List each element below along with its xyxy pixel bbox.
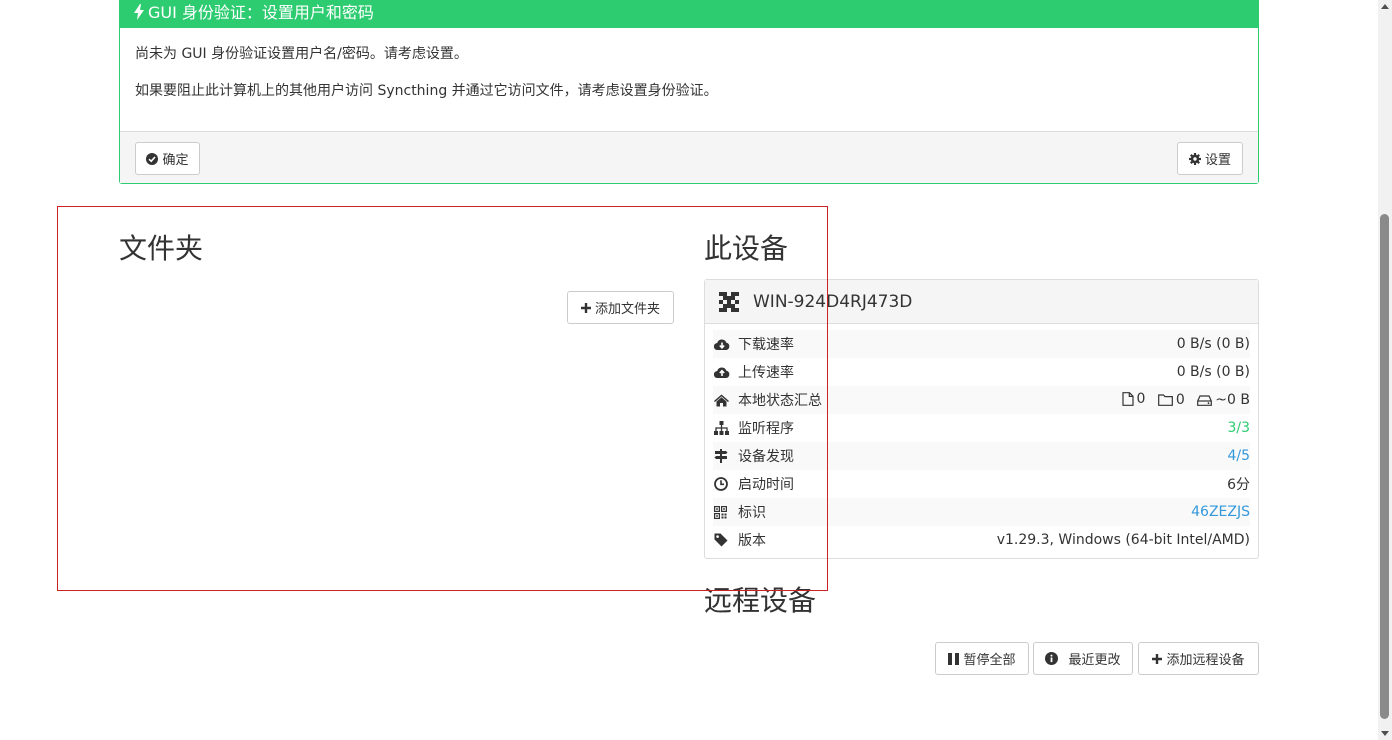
qrcode-icon bbox=[714, 505, 727, 519]
download-rate-value: 0 B/s (0 B) bbox=[1176, 336, 1250, 352]
listeners-label: 监听程序 bbox=[738, 421, 794, 437]
device-header[interactable]: WIN-924D4RJ473D bbox=[705, 280, 1258, 324]
download-rate-row: 下载速率 0 B/s (0 B) bbox=[713, 330, 1250, 358]
hdd-icon bbox=[1197, 394, 1213, 406]
scroll-thumb[interactable] bbox=[1380, 214, 1389, 719]
download-rate-label: 下载速率 bbox=[738, 337, 794, 353]
check-circle-icon bbox=[146, 152, 159, 165]
ok-button[interactable]: 确定 bbox=[135, 142, 200, 175]
local-files-count: 0 bbox=[1136, 390, 1146, 407]
auth-warning-panel: GUI 身份验证：设置用户和密码 尚未为 GUI 身份验证设置用户名/密码。请考… bbox=[119, 0, 1259, 184]
auth-warning-body: 尚未为 GUI 身份验证设置用户名/密码。请考虑设置。 如果要阻止此计算机上的其… bbox=[120, 28, 1258, 131]
local-size: ~0 B bbox=[1215, 392, 1250, 408]
local-state-label: 本地状态汇总 bbox=[738, 393, 822, 409]
signpost-icon bbox=[714, 449, 728, 463]
gear-icon bbox=[1188, 152, 1201, 165]
version-row: 版本 v1.29.3, Windows (64-bit Intel/AMD) bbox=[713, 526, 1250, 554]
uptime-row: 启动时间 6分 bbox=[713, 470, 1250, 498]
version-label: 版本 bbox=[738, 533, 766, 549]
upload-rate-value: 0 B/s (0 B) bbox=[1176, 364, 1250, 380]
info-circle-icon bbox=[1045, 652, 1059, 665]
device-identicon bbox=[719, 291, 739, 312]
folders-title: 文件夹 bbox=[119, 232, 204, 265]
listeners-row: 监听程序 3/3 bbox=[713, 414, 1250, 442]
clock-icon bbox=[714, 477, 728, 491]
cloud-upload-icon bbox=[714, 367, 730, 378]
local-state-value: 0 0 ~0 B bbox=[1114, 391, 1250, 410]
plus-icon bbox=[1152, 653, 1163, 664]
folder-icon bbox=[1158, 393, 1173, 406]
add-remote-device-label: 添加远程设备 bbox=[1166, 653, 1245, 668]
auth-warning-footer: 确定 设置 bbox=[120, 131, 1258, 183]
discovery-label: 设备发现 bbox=[738, 449, 794, 465]
listeners-value[interactable]: 3/3 bbox=[1227, 420, 1250, 436]
vertical-scrollbar[interactable] bbox=[1378, 0, 1392, 740]
uptime-value: 6分 bbox=[1227, 477, 1250, 493]
discovery-row: 设备发现 4/5 bbox=[713, 442, 1250, 470]
add-folder-button[interactable]: 添加文件夹 bbox=[567, 291, 674, 324]
uptime-label: 启动时间 bbox=[738, 477, 794, 493]
tag-icon bbox=[714, 533, 728, 547]
this-device-title: 此设备 bbox=[704, 232, 789, 265]
auth-warning-title: GUI 身份验证：设置用户和密码 bbox=[148, 3, 374, 22]
scroll-down-icon[interactable] bbox=[1381, 731, 1389, 736]
version-value: v1.29.3, Windows (64-bit Intel/AMD) bbox=[996, 532, 1250, 548]
identification-row: 标识 46ZEZJS bbox=[713, 498, 1250, 526]
add-remote-device-button[interactable]: 添加远程设备 bbox=[1138, 642, 1259, 675]
this-device-panel: WIN-924D4RJ473D 下载速率 0 B/s (0 B) 上传速率 0 … bbox=[704, 279, 1259, 559]
auth-warning-heading: GUI 身份验证：设置用户和密码 bbox=[120, 0, 1258, 28]
identification-label: 标识 bbox=[738, 505, 766, 521]
local-dirs-count: 0 bbox=[1175, 391, 1185, 408]
file-icon bbox=[1121, 391, 1134, 406]
recent-changes-label: 最近更改 bbox=[1068, 653, 1121, 668]
device-stats: 下载速率 0 B/s (0 B) 上传速率 0 B/s (0 B) 本地状态汇总 bbox=[705, 324, 1258, 554]
settings-button-label: 设置 bbox=[1204, 153, 1231, 168]
local-state-row: 本地状态汇总 0 0 ~0 B bbox=[713, 386, 1250, 414]
pause-all-label: 暂停全部 bbox=[963, 653, 1016, 668]
upload-rate-label: 上传速率 bbox=[738, 365, 794, 381]
recent-changes-button[interactable]: 最近更改 bbox=[1033, 642, 1133, 675]
plus-icon bbox=[580, 302, 591, 313]
remote-devices-title: 远程设备 bbox=[704, 584, 817, 617]
auth-warning-line1: 尚未为 GUI 身份验证设置用户名/密码。请考虑设置。 bbox=[135, 46, 468, 62]
pause-icon bbox=[948, 652, 960, 665]
upload-rate-row: 上传速率 0 B/s (0 B) bbox=[713, 358, 1250, 386]
cloud-download-icon bbox=[714, 339, 730, 350]
identification-value[interactable]: 46ZEZJS bbox=[1191, 504, 1250, 520]
ok-button-label: 确定 bbox=[162, 153, 189, 168]
auth-warning-line2: 如果要阻止此计算机上的其他用户访问 Syncthing 并通过它访问文件，请考虑… bbox=[135, 83, 718, 99]
scroll-up-icon[interactable] bbox=[1381, 4, 1389, 9]
settings-button[interactable]: 设置 bbox=[1177, 142, 1243, 175]
device-name: WIN-924D4RJ473D bbox=[753, 291, 913, 312]
sitemap-icon bbox=[714, 421, 729, 435]
bolt-icon bbox=[134, 4, 144, 20]
add-folder-label: 添加文件夹 bbox=[594, 302, 660, 317]
home-icon bbox=[714, 394, 729, 406]
pause-all-button[interactable]: 暂停全部 bbox=[935, 642, 1029, 675]
discovery-value[interactable]: 4/5 bbox=[1227, 448, 1250, 464]
